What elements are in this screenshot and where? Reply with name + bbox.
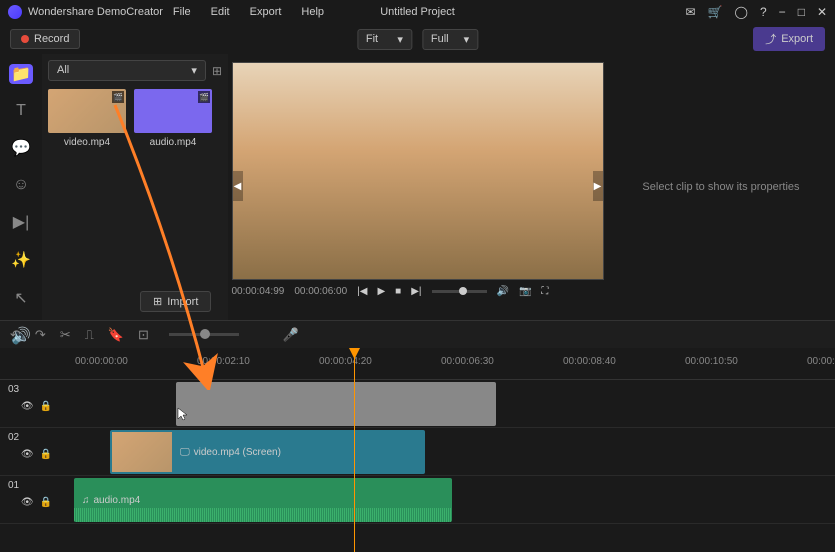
chevron-down-icon: ▾: [397, 33, 403, 46]
mic-button[interactable]: 🎤: [283, 327, 299, 343]
preview-prev-button[interactable]: ◀: [233, 171, 243, 201]
import-icon: ⊞: [153, 295, 162, 308]
project-title: Untitled Project: [380, 6, 455, 18]
tab-text[interactable]: T: [9, 102, 33, 120]
tab-chat[interactable]: 💬: [9, 138, 33, 158]
video-badge-icon: 🎬: [112, 91, 124, 103]
volume-slider[interactable]: [432, 290, 487, 293]
properties-empty-text: Select clip to show its properties: [642, 181, 799, 193]
undo-button[interactable]: ↶: [10, 327, 21, 343]
lock-icon[interactable]: 🔒: [40, 449, 52, 460]
prev-frame-button[interactable]: |◀: [357, 286, 367, 297]
chevron-down-icon: ▾: [191, 64, 197, 77]
bookmark-button[interactable]: 🔖: [108, 327, 124, 343]
tab-cursor[interactable]: ↖: [9, 288, 33, 308]
export-button[interactable]: ⤴ Export: [753, 27, 825, 51]
app-name: Wondershare DemoCreator: [28, 6, 163, 18]
zoom-slider[interactable]: [169, 333, 239, 336]
visibility-icon[interactable]: 👁: [21, 401, 34, 412]
chevron-down-icon: ▾: [464, 33, 470, 46]
marker-button[interactable]: ⎍: [85, 327, 94, 343]
cursor-pointer-icon: [177, 407, 191, 421]
waveform: [74, 508, 452, 522]
volume-icon[interactable]: 🔊: [497, 286, 509, 297]
current-time: 00:00:04:99: [232, 286, 285, 297]
clip-thumbnail: [112, 432, 172, 472]
media-filter-dropdown[interactable]: All ▾: [48, 60, 206, 81]
mail-icon[interactable]: ✉: [686, 5, 696, 19]
record-button[interactable]: Record: [10, 29, 80, 49]
menu-export[interactable]: Export: [250, 6, 282, 18]
close-icon[interactable]: ✕: [817, 5, 827, 19]
maximize-icon[interactable]: □: [798, 5, 805, 19]
cart-icon[interactable]: 🛒: [708, 5, 723, 19]
user-icon[interactable]: ◯: [735, 5, 748, 19]
track-number: 03: [8, 384, 19, 395]
help-icon[interactable]: ?: [760, 5, 767, 19]
tab-effects[interactable]: ✨: [9, 250, 33, 270]
app-logo: [8, 5, 22, 19]
music-icon: ♫: [82, 495, 90, 506]
menu-file[interactable]: File: [173, 6, 191, 18]
track-number: 01: [8, 480, 19, 491]
snapshot-icon[interactable]: 📷: [519, 286, 531, 297]
video-badge-icon: 🎬: [198, 91, 210, 103]
fit-dropdown[interactable]: Fit ▾: [357, 29, 412, 50]
lock-icon[interactable]: 🔒: [40, 401, 52, 412]
visibility-icon[interactable]: 👁: [21, 497, 34, 508]
menu-help[interactable]: Help: [301, 6, 324, 18]
preview-next-button[interactable]: ▶: [593, 171, 603, 201]
minimize-icon[interactable]: −: [779, 5, 786, 19]
full-dropdown[interactable]: Full ▾: [422, 29, 478, 50]
redo-button[interactable]: ↷: [35, 327, 46, 343]
tab-media[interactable]: 📁: [9, 64, 33, 84]
next-frame-button[interactable]: ▶|: [411, 286, 421, 297]
record-dot-icon: [21, 35, 29, 43]
total-time: 00:00:06:00: [294, 286, 347, 297]
split-button[interactable]: ✂: [60, 327, 71, 343]
media-item-video[interactable]: 🎬 video.mp4: [48, 89, 126, 148]
stop-button[interactable]: ■: [395, 286, 401, 297]
tab-smiley[interactable]: ☺: [9, 176, 33, 194]
screen-icon: 🖵: [180, 447, 190, 458]
grid-view-icon[interactable]: ⊞: [212, 64, 222, 78]
upload-icon: ⤴: [765, 31, 776, 47]
fullscreen-icon[interactable]: ⛶: [541, 286, 548, 297]
preview-video: ◀ ▶: [232, 62, 604, 280]
import-button[interactable]: ⊞ Import: [140, 291, 211, 312]
clip-placeholder[interactable]: [176, 382, 496, 426]
lock-icon[interactable]: 🔒: [40, 497, 52, 508]
track-number: 02: [8, 432, 19, 443]
clip-video[interactable]: 🖵video.mp4 (Screen): [110, 430, 425, 474]
visibility-icon[interactable]: 👁: [21, 449, 34, 460]
playhead[interactable]: [354, 348, 355, 552]
clip-audio[interactable]: ♫audio.mp4: [74, 478, 452, 522]
media-item-audio[interactable]: 🎬 audio.mp4: [134, 89, 212, 148]
tab-transition[interactable]: ▶|: [9, 212, 33, 232]
crop-button[interactable]: ⊡: [138, 327, 149, 343]
menu-edit[interactable]: Edit: [211, 6, 230, 18]
timeline-ruler[interactable]: 00:00:00:00 00:00:02:10 00:00:04:20 00:0…: [0, 348, 835, 380]
play-button[interactable]: ▶: [377, 286, 385, 297]
